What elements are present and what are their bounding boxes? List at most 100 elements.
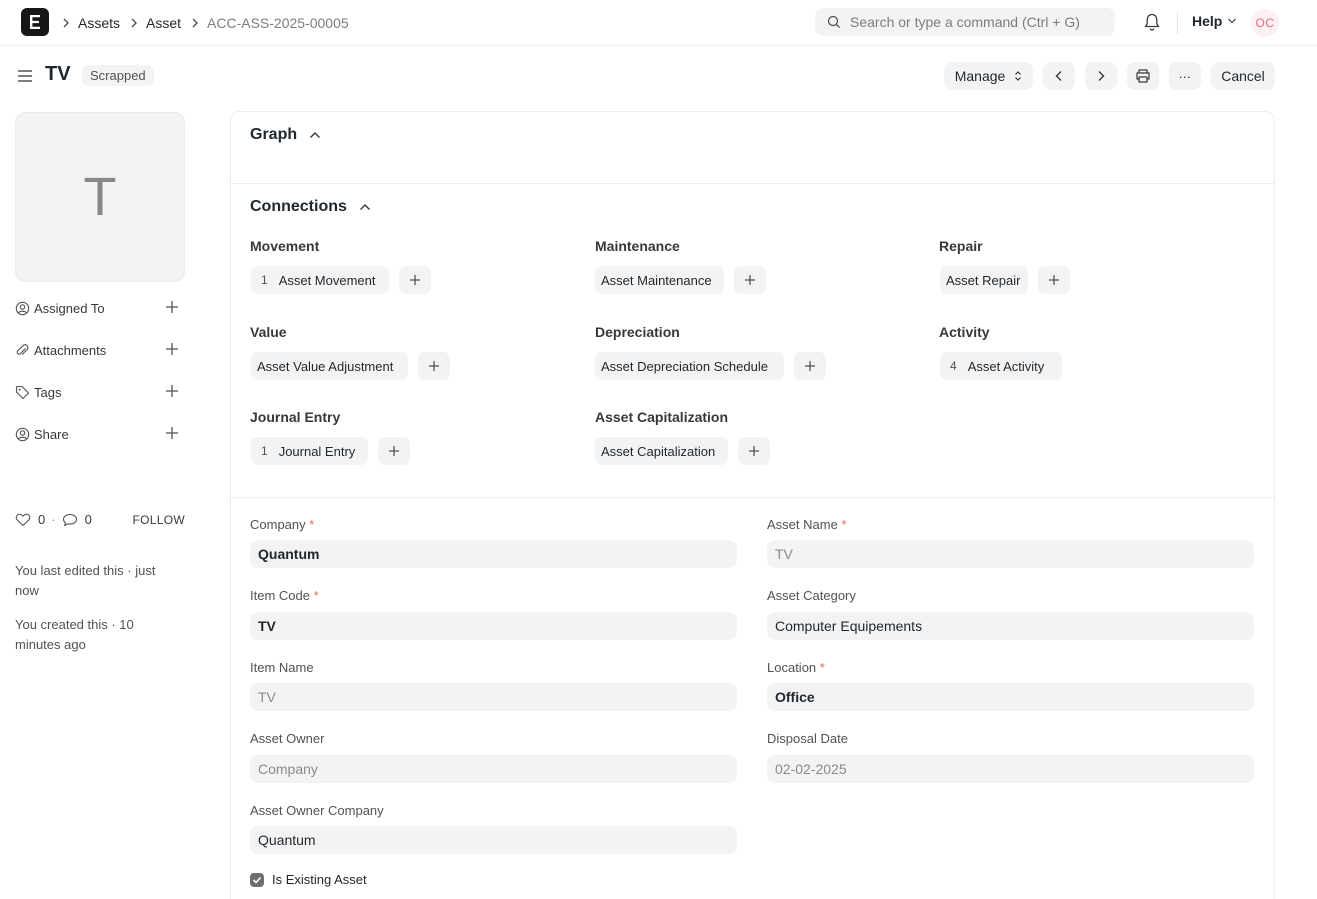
connections-section-title: Connections <box>250 198 347 215</box>
sidebar-item-assigned-to[interactable]: Assigned To <box>15 297 185 319</box>
connection-group-movement: Movement <box>250 238 320 254</box>
add-asset-repair-button[interactable] <box>1038 266 1070 294</box>
company-label: Company * <box>250 517 315 532</box>
comments-count: 0 <box>84 512 92 527</box>
add-journal-entry-button[interactable] <box>378 437 410 465</box>
sidebar-item-attachments[interactable]: Attachments <box>15 339 185 361</box>
connection-chip-asset-activity[interactable]: 4 Asset Activity <box>940 352 1062 380</box>
graph-section-toggle[interactable]: Graph <box>250 126 321 144</box>
plus-icon[interactable] <box>165 342 179 359</box>
connection-count: 1 <box>261 444 268 458</box>
connection-count: 4 <box>950 359 957 373</box>
location-field[interactable]: Office <box>767 683 1254 711</box>
is-existing-asset-checkbox[interactable]: Is Existing Asset <box>250 872 367 887</box>
item-name-label: Item Name <box>250 660 314 675</box>
status-badge: Scrapped <box>82 65 154 86</box>
chevron-right-icon <box>62 18 70 28</box>
sidebar-item-label: Tags <box>34 384 62 400</box>
asset-category-label: Asset Category <box>767 588 856 603</box>
last-edited-note: You last edited this · just now <box>15 563 156 598</box>
plus-icon <box>1049 275 1059 285</box>
more-actions-label: ... <box>1178 66 1192 81</box>
add-asset-maintenance-button[interactable] <box>734 266 766 294</box>
add-asset-movement-button[interactable] <box>399 266 431 294</box>
next-doc-button[interactable] <box>1085 62 1117 90</box>
plus-icon[interactable] <box>165 300 179 317</box>
manage-button[interactable]: Manage <box>944 62 1033 90</box>
search-input[interactable]: Search or type a command (Ctrl + G) <box>815 8 1115 36</box>
add-asset-depreciation-schedule-button[interactable] <box>794 352 826 380</box>
notification-bell-icon[interactable] <box>1143 12 1161 35</box>
breadcrumb-current-doc[interactable]: ACC-ASS-2025-00005 <box>207 15 349 31</box>
asset-owner-field[interactable]: Company <box>250 755 737 783</box>
printer-icon <box>1136 69 1150 83</box>
connection-group-activity: Activity <box>939 324 990 340</box>
chevron-updown-icon <box>1015 71 1022 81</box>
plus-icon[interactable] <box>165 384 179 401</box>
item-name-field[interactable]: TV <box>250 683 737 711</box>
sidebar-item-label: Attachments <box>34 342 107 358</box>
logo-e-icon <box>30 15 40 29</box>
checkbox-checked-icon[interactable] <box>250 872 264 887</box>
item-code-field[interactable]: TV <box>250 612 737 640</box>
add-asset-value-adjustment-button[interactable] <box>418 352 450 380</box>
connection-chip-asset-depreciation-schedule[interactable]: Asset Depreciation Schedule <box>595 352 784 380</box>
plus-icon <box>805 361 815 371</box>
connection-chip-asset-capitalization[interactable]: Asset Capitalization <box>595 437 728 465</box>
connection-doc-label: Asset Value Adjustment <box>257 358 394 374</box>
connection-chip-journal-entry[interactable]: 1 Journal Entry <box>251 437 368 465</box>
help-menu-button[interactable]: Help <box>1192 13 1237 29</box>
plus-icon <box>389 446 399 456</box>
manage-label: Manage <box>954 68 1006 84</box>
cancel-button[interactable]: Cancel <box>1211 62 1275 90</box>
connection-count: 1 <box>261 273 268 287</box>
asset-category-field[interactable]: Computer Equipements <box>767 612 1254 640</box>
company-field[interactable]: Quantum <box>250 540 737 568</box>
search-placeholder: Search or type a command (Ctrl + G) <box>850 14 1080 30</box>
app-logo[interactable] <box>21 8 49 36</box>
connection-group-maintenance: Maintenance <box>595 238 680 254</box>
add-asset-capitalization-button[interactable] <box>738 437 770 465</box>
connection-chip-asset-movement[interactable]: 1 Asset Movement <box>251 266 389 294</box>
plus-icon[interactable] <box>165 426 179 443</box>
sidebar-item-tags[interactable]: Tags <box>15 381 185 403</box>
connections-section-toggle[interactable]: Connections <box>250 198 371 216</box>
asset-owner-company-field[interactable]: Quantum <box>250 826 737 854</box>
more-actions-button[interactable]: ... <box>1169 62 1201 90</box>
connection-doc-label: Asset Activity <box>967 358 1045 374</box>
connection-doc-label: Journal Entry <box>278 443 356 459</box>
follow-button[interactable]: FOLLOW <box>133 513 185 527</box>
sidebar-item-label: Assigned To <box>34 300 105 316</box>
help-label: Help <box>1192 13 1223 29</box>
connection-chip-asset-value-adjustment[interactable]: Asset Value Adjustment <box>251 352 408 380</box>
print-button[interactable] <box>1127 62 1159 90</box>
connection-doc-label: Asset Maintenance <box>601 272 712 288</box>
heart-icon[interactable] <box>15 513 31 527</box>
chevron-right-icon <box>191 18 199 28</box>
connection-group-repair: Repair <box>939 238 983 254</box>
tag-icon <box>15 385 32 400</box>
assign-icon <box>15 301 32 316</box>
asset-name-field[interactable]: TV <box>767 540 1254 568</box>
disposal-date-label: Disposal Date <box>767 731 848 746</box>
chevron-up-icon <box>359 204 370 210</box>
disposal-date-field[interactable]: 02-02-2025 <box>767 755 1254 783</box>
connection-chip-asset-maintenance[interactable]: Asset Maintenance <box>595 266 724 294</box>
breadcrumb-assets[interactable]: Assets <box>78 15 120 31</box>
graph-section-title: Graph <box>250 126 298 143</box>
connection-chip-asset-repair[interactable]: Asset Repair <box>940 266 1028 294</box>
likes-comments-bar: 0 · 0 FOLLOW <box>15 512 185 527</box>
search-icon <box>827 15 840 28</box>
breadcrumb-asset[interactable]: Asset <box>146 15 181 31</box>
breadcrumb: Assets Asset ACC-ASS-2025-00005 <box>62 0 359 45</box>
separator-dot: · <box>51 512 56 527</box>
user-avatar[interactable]: OC <box>1251 9 1279 37</box>
asset-owner-company-label: Asset Owner Company <box>250 803 384 818</box>
section-divider <box>231 497 1274 498</box>
previous-doc-button[interactable] <box>1043 62 1075 90</box>
section-divider <box>231 183 1274 184</box>
comment-icon[interactable] <box>62 513 78 527</box>
plus-icon <box>749 446 759 456</box>
sidebar-toggle-icon[interactable] <box>17 68 33 87</box>
sidebar-item-share[interactable]: Share <box>15 423 185 445</box>
